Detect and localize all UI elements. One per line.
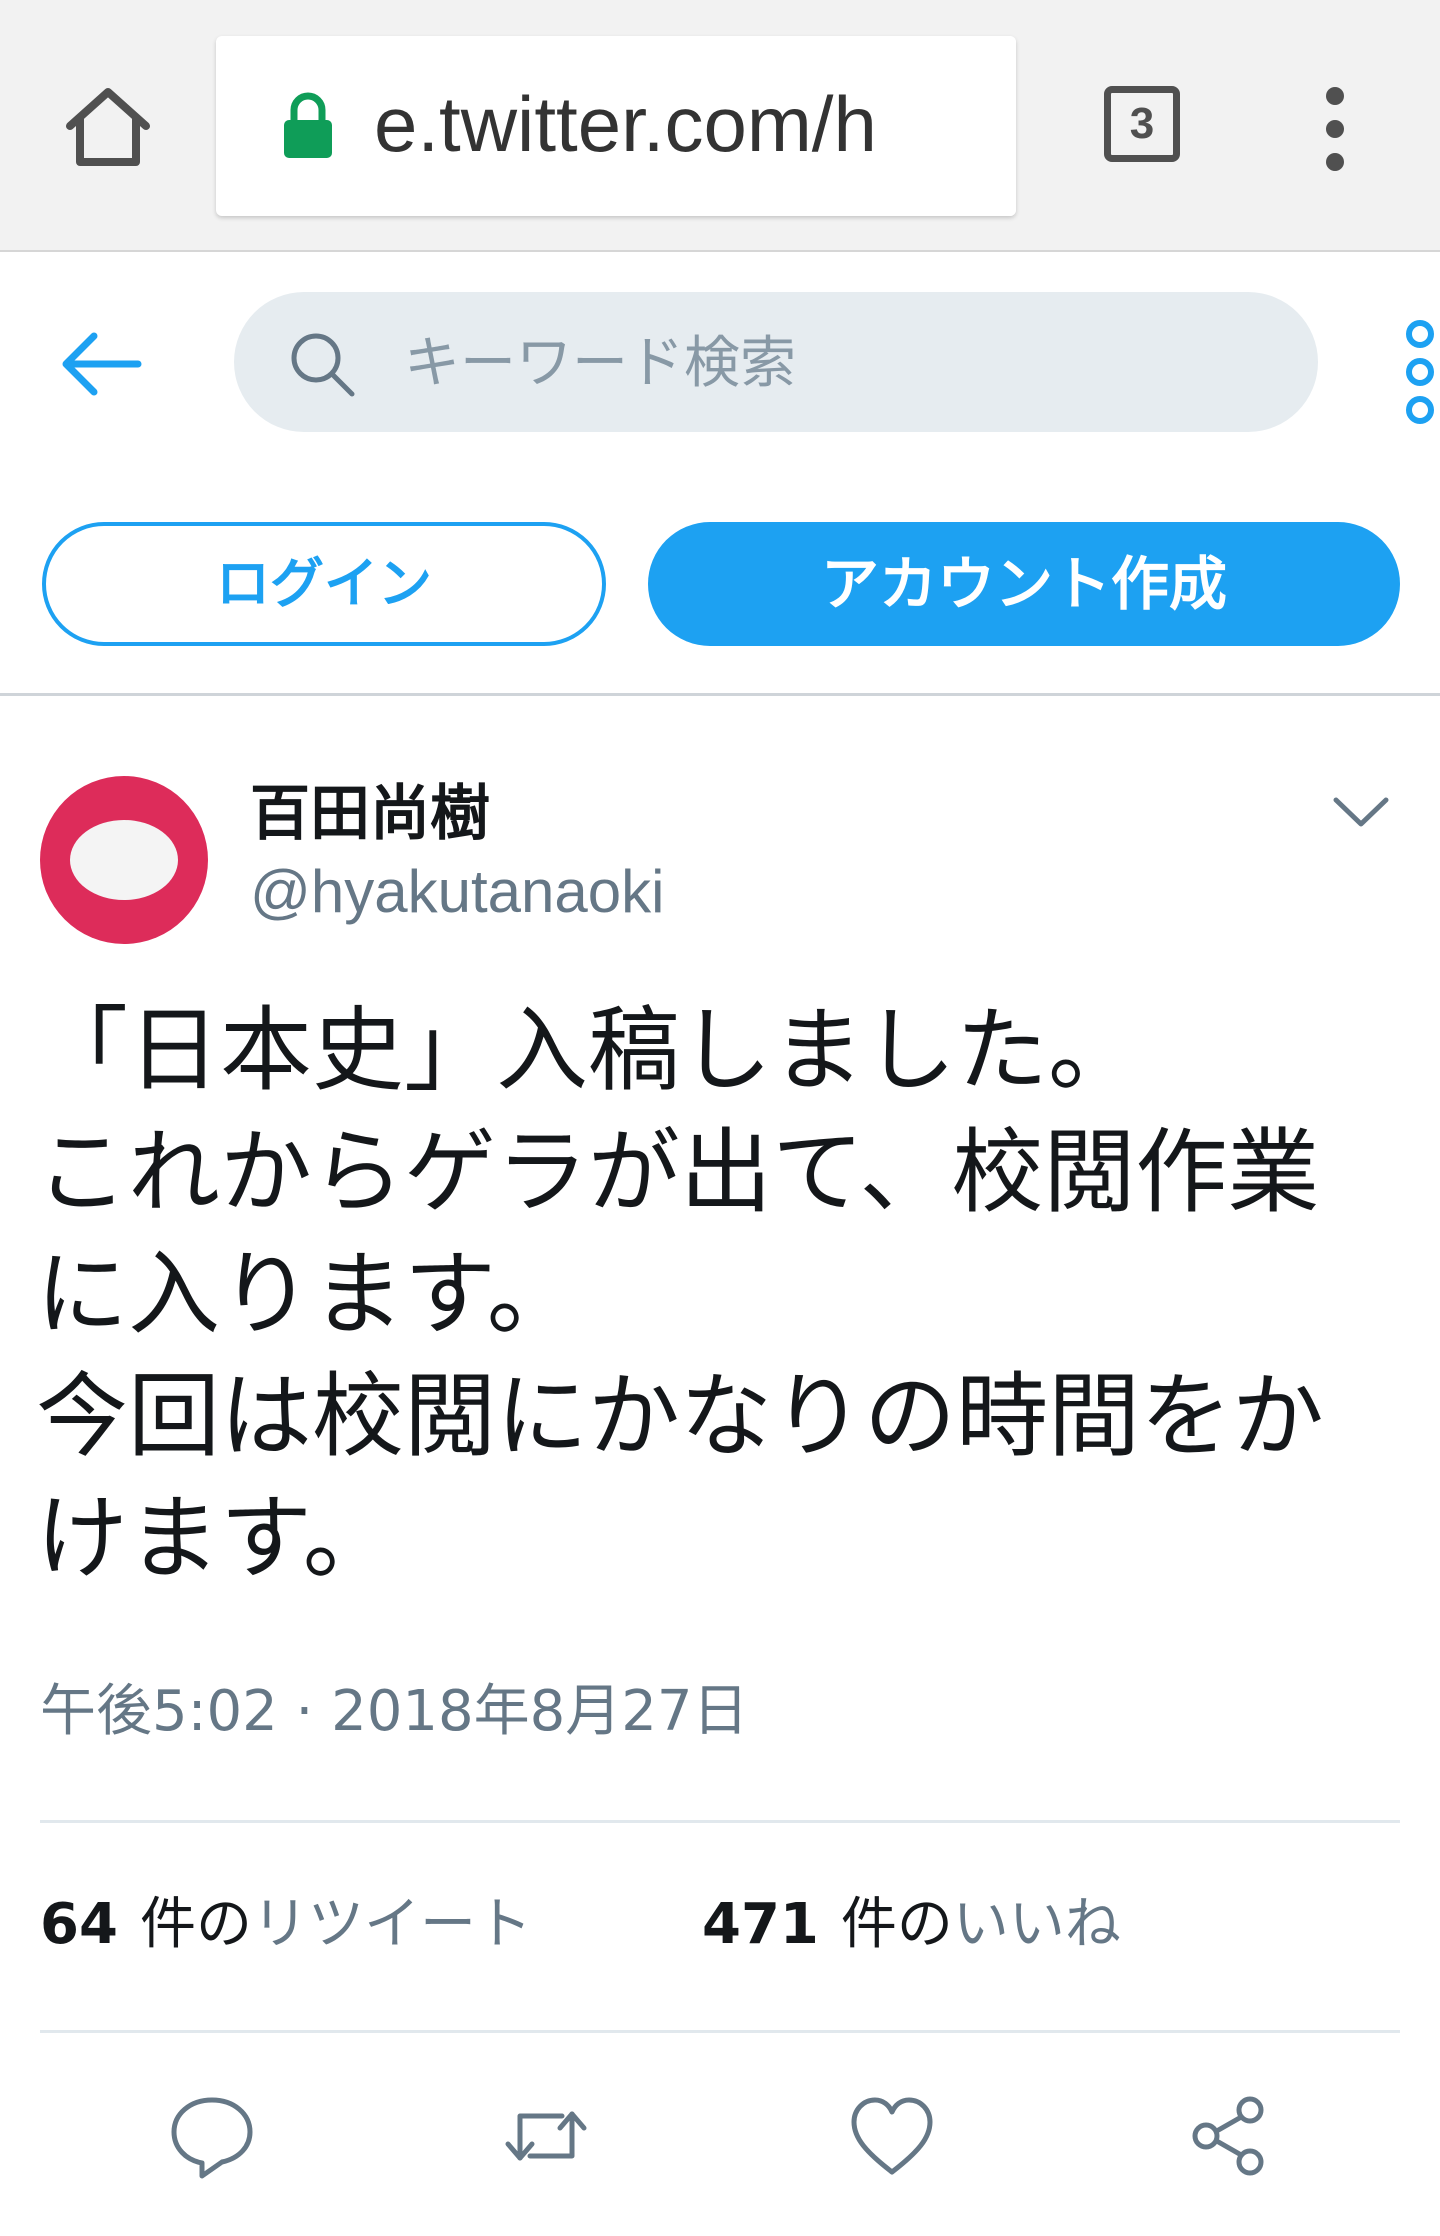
tweet-text: 「日本史」入稿しました。 これからゲラが出て、校閲作業 に入ります。 今回は校閲… [36,990,1416,1600]
address-bar-url: e.twitter.com/h [374,80,877,168]
avatar-oval [70,820,178,900]
retweet-count-unit: 件の [139,1892,252,1957]
retweet-count: 64 [40,1892,118,1957]
tweet-stats: 64 件のリツイート 471 件のいいね [40,1880,1400,1970]
signup-button[interactable]: アカウント作成 [648,522,1400,646]
chevron-down-icon[interactable] [1330,786,1392,838]
reply-icon[interactable] [166,2090,258,2182]
screen-name[interactable]: @hyakutanaoki [250,854,665,930]
divider [40,1820,1400,1823]
like-icon[interactable] [846,2090,938,2182]
search-bar[interactable] [234,292,1318,432]
search-input[interactable] [402,322,1266,404]
tweet-text-line: 今回は校閲にかなりの時間をか [36,1363,1325,1470]
tweet-text-line: これからゲラが出て、校閲作業 [36,1119,1320,1226]
search-icon [291,333,355,397]
browser-toolbar: e.twitter.com/h 3 [0,0,1440,252]
tweet-text-line: に入ります。 [36,1241,579,1348]
like-label: いいね [952,1892,1121,1957]
tweet-timestamp[interactable]: 午後5:02 · 2018年8月27日 [40,1672,749,1752]
retweet-icon[interactable] [500,2090,592,2182]
home-icon[interactable] [60,80,156,176]
address-bar[interactable]: e.twitter.com/h [216,36,1016,216]
address-bar-fade [936,36,1016,216]
like-count-link[interactable]: 471 件のいいね [702,1880,1121,1970]
divider [40,2030,1400,2033]
tweet-text-line: 「日本史」入稿しました。 [36,997,1141,1104]
twitter-header: ログイン アカウント作成 [0,252,1440,696]
retweet-count-link[interactable]: 64 件のリツイート [40,1880,532,1970]
share-icon[interactable] [1184,2090,1276,2182]
display-name[interactable]: 百田尚樹 [250,776,490,852]
avatar[interactable] [40,776,208,944]
tab-switcher-button[interactable]: 3 [1104,86,1180,162]
like-count-unit: 件の [840,1892,953,1957]
like-count: 471 [702,1892,819,1957]
tweet-actions [0,2090,1440,2190]
tweet-text-line: けます。 [36,1485,395,1592]
lock-icon [284,92,332,158]
back-arrow-icon[interactable] [56,320,144,408]
retweet-label: リツイート [251,1892,532,1957]
more-options-icon[interactable] [1398,312,1440,432]
vertical-dots-icon[interactable] [1310,84,1360,174]
login-button[interactable]: ログイン [42,522,606,646]
